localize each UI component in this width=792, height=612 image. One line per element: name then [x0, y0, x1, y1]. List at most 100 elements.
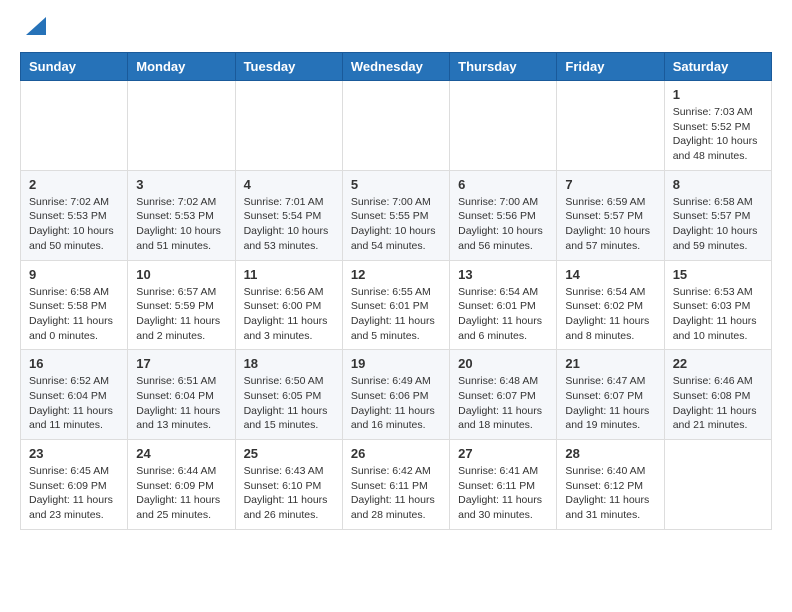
day-number: 9 — [29, 267, 119, 282]
calendar-header-saturday: Saturday — [664, 53, 771, 81]
day-number: 8 — [673, 177, 763, 192]
calendar-cell: 6 Sunrise: 7:00 AMSunset: 5:56 PMDaylight… — [450, 170, 557, 260]
calendar-cell: 4 Sunrise: 7:01 AMSunset: 5:54 PMDaylight… — [235, 170, 342, 260]
calendar-week-row: 2 Sunrise: 7:02 AMSunset: 5:53 PMDaylight… — [21, 170, 772, 260]
calendar-week-row: 9 Sunrise: 6:58 AMSunset: 5:58 PMDaylight… — [21, 260, 772, 350]
day-info: Sunrise: 6:55 AMSunset: 6:01 PMDaylight:… — [351, 285, 441, 344]
day-number: 20 — [458, 356, 548, 371]
day-number: 15 — [673, 267, 763, 282]
day-info: Sunrise: 7:01 AMSunset: 5:54 PMDaylight:… — [244, 195, 334, 254]
calendar-cell: 19 Sunrise: 6:49 AMSunset: 6:06 PMDayligh… — [342, 350, 449, 440]
day-info: Sunrise: 6:56 AMSunset: 6:00 PMDaylight:… — [244, 285, 334, 344]
day-number: 11 — [244, 267, 334, 282]
day-number: 7 — [565, 177, 655, 192]
day-info: Sunrise: 6:58 AMSunset: 5:58 PMDaylight:… — [29, 285, 119, 344]
day-number: 19 — [351, 356, 441, 371]
day-number: 3 — [136, 177, 226, 192]
calendar-header-friday: Friday — [557, 53, 664, 81]
calendar-cell: 13Sunrise: 6:54 AMSunset: 6:01 PMDayligh… — [450, 260, 557, 350]
calendar-cell — [21, 81, 128, 171]
calendar-cell: 28 Sunrise: 6:40 AMSunset: 6:12 PMDayligh… — [557, 440, 664, 530]
day-info: Sunrise: 7:02 AMSunset: 5:53 PMDaylight:… — [29, 195, 119, 254]
day-info: Sunrise: 6:48 AMSunset: 6:07 PMDaylight:… — [458, 374, 548, 433]
calendar-header-wednesday: Wednesday — [342, 53, 449, 81]
calendar-cell: 24Sunrise: 6:44 AMSunset: 6:09 PMDayligh… — [128, 440, 235, 530]
day-number: 25 — [244, 446, 334, 461]
calendar-cell — [664, 440, 771, 530]
calendar-cell — [342, 81, 449, 171]
calendar-cell: 26 Sunrise: 6:42 AMSunset: 6:11 PMDayligh… — [342, 440, 449, 530]
day-info: Sunrise: 6:53 AMSunset: 6:03 PMDaylight:… — [673, 285, 763, 344]
day-info: Sunrise: 6:43 AMSunset: 6:10 PMDaylight:… — [244, 464, 334, 523]
day-info: Sunrise: 6:49 AMSunset: 6:06 PMDaylight:… — [351, 374, 441, 433]
calendar-cell: 22 Sunrise: 6:46 AMSunset: 6:08 PMDayligh… — [664, 350, 771, 440]
calendar-cell: 3 Sunrise: 7:02 AMSunset: 5:53 PMDaylight… — [128, 170, 235, 260]
day-info: Sunrise: 6:50 AMSunset: 6:05 PMDaylight:… — [244, 374, 334, 433]
day-info: Sunrise: 6:59 AMSunset: 5:57 PMDaylight:… — [565, 195, 655, 254]
calendar-cell: 21Sunrise: 6:47 AMSunset: 6:07 PMDayligh… — [557, 350, 664, 440]
logo — [20, 15, 46, 42]
calendar-cell: 11 Sunrise: 6:56 AMSunset: 6:00 PMDayligh… — [235, 260, 342, 350]
day-number: 21 — [565, 356, 655, 371]
day-number: 2 — [29, 177, 119, 192]
calendar-cell: 27 Sunrise: 6:41 AMSunset: 6:11 PMDayligh… — [450, 440, 557, 530]
header — [20, 15, 772, 42]
calendar-table: SundayMondayTuesdayWednesdayThursdayFrid… — [20, 52, 772, 530]
day-info: Sunrise: 6:40 AMSunset: 6:12 PMDaylight:… — [565, 464, 655, 523]
day-info: Sunrise: 6:46 AMSunset: 6:08 PMDaylight:… — [673, 374, 763, 433]
calendar-week-row: 16 Sunrise: 6:52 AMSunset: 6:04 PMDayligh… — [21, 350, 772, 440]
calendar-header-monday: Monday — [128, 53, 235, 81]
day-number: 23 — [29, 446, 119, 461]
calendar-cell: 12 Sunrise: 6:55 AMSunset: 6:01 PMDayligh… — [342, 260, 449, 350]
day-number: 27 — [458, 446, 548, 461]
day-number: 22 — [673, 356, 763, 371]
calendar-cell: 2 Sunrise: 7:02 AMSunset: 5:53 PMDaylight… — [21, 170, 128, 260]
calendar-cell: 23 Sunrise: 6:45 AMSunset: 6:09 PMDayligh… — [21, 440, 128, 530]
calendar-header-row: SundayMondayTuesdayWednesdayThursdayFrid… — [21, 53, 772, 81]
calendar-cell: 5 Sunrise: 7:00 AMSunset: 5:55 PMDaylight… — [342, 170, 449, 260]
calendar-cell — [128, 81, 235, 171]
logo-triangle-icon — [24, 15, 46, 42]
day-number: 6 — [458, 177, 548, 192]
day-number: 18 — [244, 356, 334, 371]
day-info: Sunrise: 6:45 AMSunset: 6:09 PMDaylight:… — [29, 464, 119, 523]
calendar-week-row: 23 Sunrise: 6:45 AMSunset: 6:09 PMDayligh… — [21, 440, 772, 530]
calendar-week-row: 1 Sunrise: 7:03 AMSunset: 5:52 PMDaylight… — [21, 81, 772, 171]
day-info: Sunrise: 7:00 AMSunset: 5:55 PMDaylight:… — [351, 195, 441, 254]
day-number: 26 — [351, 446, 441, 461]
day-info: Sunrise: 7:00 AMSunset: 5:56 PMDaylight:… — [458, 195, 548, 254]
day-number: 28 — [565, 446, 655, 461]
day-number: 13 — [458, 267, 548, 282]
day-info: Sunrise: 6:52 AMSunset: 6:04 PMDaylight:… — [29, 374, 119, 433]
calendar-cell: 25 Sunrise: 6:43 AMSunset: 6:10 PMDayligh… — [235, 440, 342, 530]
calendar-cell: 8Sunrise: 6:58 AMSunset: 5:57 PMDaylight… — [664, 170, 771, 260]
day-info: Sunrise: 6:44 AMSunset: 6:09 PMDaylight:… — [136, 464, 226, 523]
day-info: Sunrise: 7:03 AMSunset: 5:52 PMDaylight:… — [673, 105, 763, 164]
day-number: 4 — [244, 177, 334, 192]
day-info: Sunrise: 6:42 AMSunset: 6:11 PMDaylight:… — [351, 464, 441, 523]
day-number: 14 — [565, 267, 655, 282]
page: SundayMondayTuesdayWednesdayThursdayFrid… — [0, 0, 792, 545]
calendar-cell: 18 Sunrise: 6:50 AMSunset: 6:05 PMDayligh… — [235, 350, 342, 440]
day-info: Sunrise: 6:54 AMSunset: 6:02 PMDaylight:… — [565, 285, 655, 344]
calendar-cell: 14 Sunrise: 6:54 AMSunset: 6:02 PMDayligh… — [557, 260, 664, 350]
day-number: 10 — [136, 267, 226, 282]
calendar-cell: 9 Sunrise: 6:58 AMSunset: 5:58 PMDaylight… — [21, 260, 128, 350]
calendar-cell — [557, 81, 664, 171]
calendar-header-thursday: Thursday — [450, 53, 557, 81]
calendar-cell: 1 Sunrise: 7:03 AMSunset: 5:52 PMDaylight… — [664, 81, 771, 171]
day-info: Sunrise: 6:51 AMSunset: 6:04 PMDaylight:… — [136, 374, 226, 433]
calendar-cell: 17 Sunrise: 6:51 AMSunset: 6:04 PMDayligh… — [128, 350, 235, 440]
calendar-cell — [235, 81, 342, 171]
day-number: 17 — [136, 356, 226, 371]
calendar-cell: 10 Sunrise: 6:57 AMSunset: 5:59 PMDayligh… — [128, 260, 235, 350]
day-info: Sunrise: 6:41 AMSunset: 6:11 PMDaylight:… — [458, 464, 548, 523]
calendar-header-sunday: Sunday — [21, 53, 128, 81]
day-number: 5 — [351, 177, 441, 192]
day-info: Sunrise: 7:02 AMSunset: 5:53 PMDaylight:… — [136, 195, 226, 254]
day-number: 1 — [673, 87, 763, 102]
calendar-cell: 15 Sunrise: 6:53 AMSunset: 6:03 PMDayligh… — [664, 260, 771, 350]
day-info: Sunrise: 6:57 AMSunset: 5:59 PMDaylight:… — [136, 285, 226, 344]
day-number: 12 — [351, 267, 441, 282]
day-number: 16 — [29, 356, 119, 371]
